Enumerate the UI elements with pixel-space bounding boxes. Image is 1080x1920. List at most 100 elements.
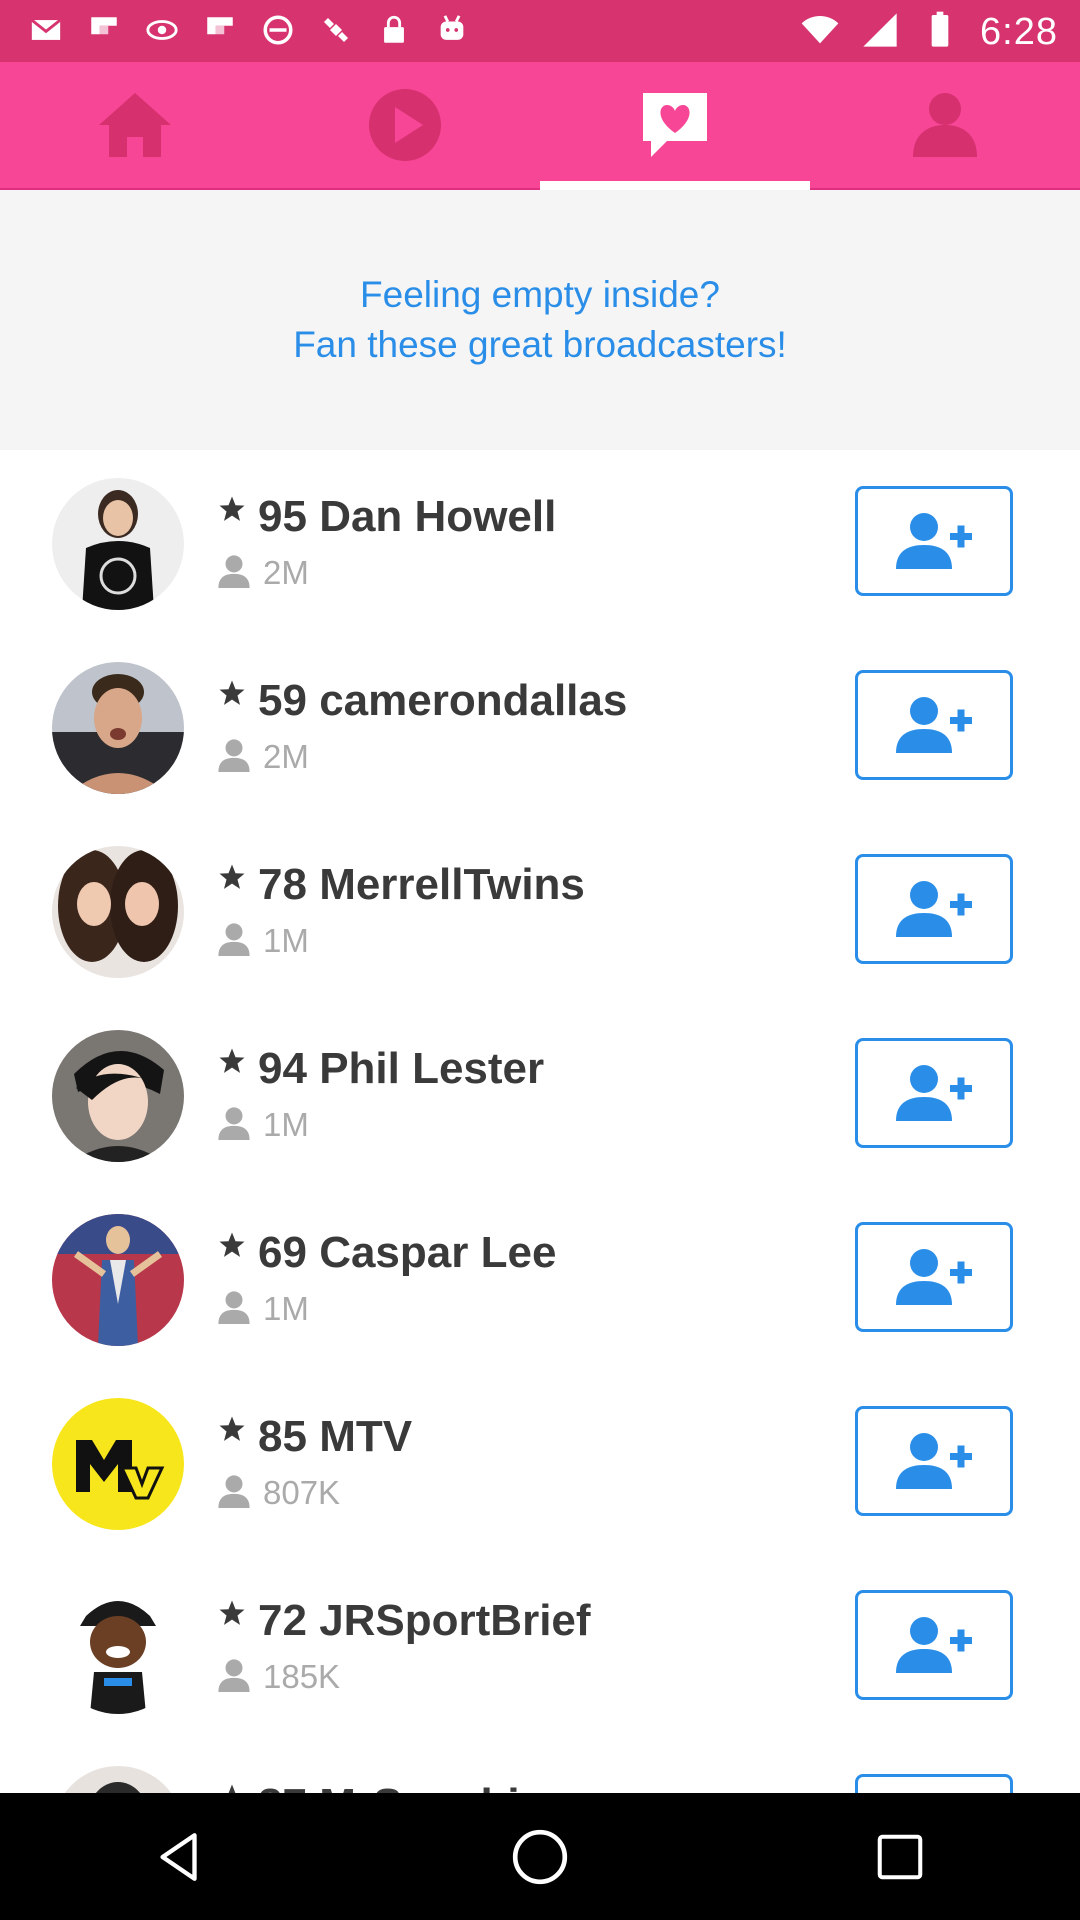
level: 85 — [258, 1412, 307, 1461]
battery-icon — [920, 10, 960, 55]
navigation-bar — [0, 1793, 1080, 1920]
level: 72 — [258, 1596, 307, 1645]
blocked-icon — [260, 12, 296, 48]
back-icon — [160, 1832, 197, 1881]
tab-bar — [0, 62, 1080, 190]
level: 69 — [258, 1228, 307, 1277]
add-user-icon — [896, 1433, 972, 1489]
add-fan-button[interactable] — [855, 1222, 1013, 1332]
signal-icon — [860, 10, 900, 55]
star-icon — [219, 1416, 245, 1441]
broadcaster-row[interactable]: 87 MrSunshine — [0, 1738, 1080, 1793]
avatar[interactable] — [52, 1214, 184, 1346]
status-bar: 6:28 — [0, 0, 1080, 62]
add-fan-button[interactable] — [855, 1406, 1013, 1516]
broadcaster-name: Phil Lester — [319, 1044, 545, 1093]
add-user-icon — [896, 1065, 972, 1121]
fake-gps-icon — [318, 12, 354, 48]
fan-count: 807K — [263, 1474, 341, 1511]
broadcaster-row[interactable]: 69 Caspar Lee 1M — [0, 1186, 1080, 1370]
avatar[interactable] — [52, 1582, 184, 1714]
broadcaster-name: MTV — [319, 1412, 413, 1461]
avatar[interactable] — [52, 846, 184, 978]
fan-count: 1M — [263, 922, 309, 959]
broadcaster-name: MrSunshine — [319, 1780, 571, 1793]
home-icon — [512, 1829, 568, 1884]
avatar[interactable] — [52, 478, 184, 610]
lock-icon — [376, 12, 412, 48]
recents-button[interactable] — [860, 1817, 940, 1897]
broadcaster-row[interactable]: 72 JRSportBrief 185K — [0, 1554, 1080, 1738]
person-icon — [218, 1107, 250, 1140]
add-user-icon — [896, 1249, 972, 1305]
add-fan-button[interactable] — [855, 1774, 1013, 1793]
eye-icon — [144, 12, 180, 48]
fan-count: 185K — [263, 1658, 341, 1695]
tab-live[interactable] — [270, 62, 540, 188]
star-icon — [219, 680, 245, 705]
recents-icon — [877, 1834, 923, 1879]
broadcaster-name: Caspar Lee — [319, 1228, 557, 1277]
level: 78 — [258, 860, 307, 909]
add-user-icon — [896, 697, 972, 753]
broadcaster-row[interactable]: 95 Dan Howell 2M — [0, 450, 1080, 634]
add-user-icon — [896, 881, 972, 937]
profile-icon — [913, 93, 977, 157]
home-icon — [99, 93, 171, 157]
star-icon — [219, 864, 245, 889]
banner-text: Feeling empty inside? Fan these great br… — [293, 270, 787, 370]
person-icon — [218, 1475, 250, 1508]
mail-icon — [28, 12, 64, 48]
level: 59 — [258, 676, 307, 725]
add-fan-button[interactable] — [855, 486, 1013, 596]
back-button[interactable] — [140, 1817, 220, 1897]
person-icon — [218, 1659, 250, 1692]
broadcaster-name: Dan Howell — [319, 492, 557, 541]
avatar[interactable] — [52, 1766, 184, 1793]
fan-count: 1M — [263, 1106, 309, 1143]
star-icon — [219, 496, 245, 521]
tab-profile[interactable] — [810, 62, 1080, 188]
star-icon — [219, 1232, 245, 1257]
banner-line-1: Feeling empty inside? — [360, 274, 720, 315]
tab-fans[interactable] — [540, 62, 810, 190]
level: 95 — [258, 492, 307, 541]
add-user-icon — [896, 1617, 972, 1673]
flipboard-icon — [86, 12, 122, 48]
broadcaster-row[interactable]: 94 Phil Lester 1M — [0, 1002, 1080, 1186]
broadcaster-row[interactable]: 85 MTV 807K — [0, 1370, 1080, 1554]
add-user-icon — [896, 513, 972, 569]
heart-chat-icon — [643, 93, 707, 157]
level: 87 — [258, 1780, 307, 1793]
add-fan-button[interactable] — [855, 1038, 1013, 1148]
mtv-logo — [52, 1398, 184, 1530]
add-fan-button[interactable] — [855, 670, 1013, 780]
play-icon — [369, 89, 441, 161]
add-fan-button[interactable] — [855, 1590, 1013, 1700]
broadcaster-list: 95 Dan Howell 2M 59 camerondallas 2M 78 … — [0, 450, 1080, 1793]
android-icon — [434, 12, 470, 48]
broadcaster-name: JRSportBrief — [319, 1596, 591, 1645]
flipboard-icon — [202, 12, 238, 48]
broadcaster-name: camerondallas — [319, 676, 628, 725]
fan-count: 2M — [263, 554, 309, 591]
fan-count: 1M — [263, 1290, 309, 1327]
level: 94 — [258, 1044, 307, 1093]
broadcaster-row[interactable]: 78 MerrellTwins 1M — [0, 818, 1080, 1002]
avatar[interactable] — [52, 1030, 184, 1162]
person-icon — [218, 555, 250, 588]
broadcaster-row[interactable]: 59 camerondallas 2M — [0, 634, 1080, 818]
person-icon — [218, 923, 250, 956]
star-icon — [228, 1784, 236, 1793]
empty-banner: Feeling empty inside? Fan these great br… — [0, 190, 1080, 450]
tab-home[interactable] — [0, 62, 270, 188]
fan-count: 2M — [263, 738, 309, 775]
star-icon — [219, 1600, 245, 1625]
add-fan-button[interactable] — [855, 854, 1013, 964]
avatar[interactable] — [52, 662, 184, 794]
person-icon — [218, 1291, 250, 1324]
home-button[interactable] — [500, 1817, 580, 1897]
banner-line-2: Fan these great broadcasters! — [293, 324, 787, 365]
avatar[interactable] — [52, 1398, 184, 1530]
broadcaster-name: MerrellTwins — [319, 860, 585, 909]
